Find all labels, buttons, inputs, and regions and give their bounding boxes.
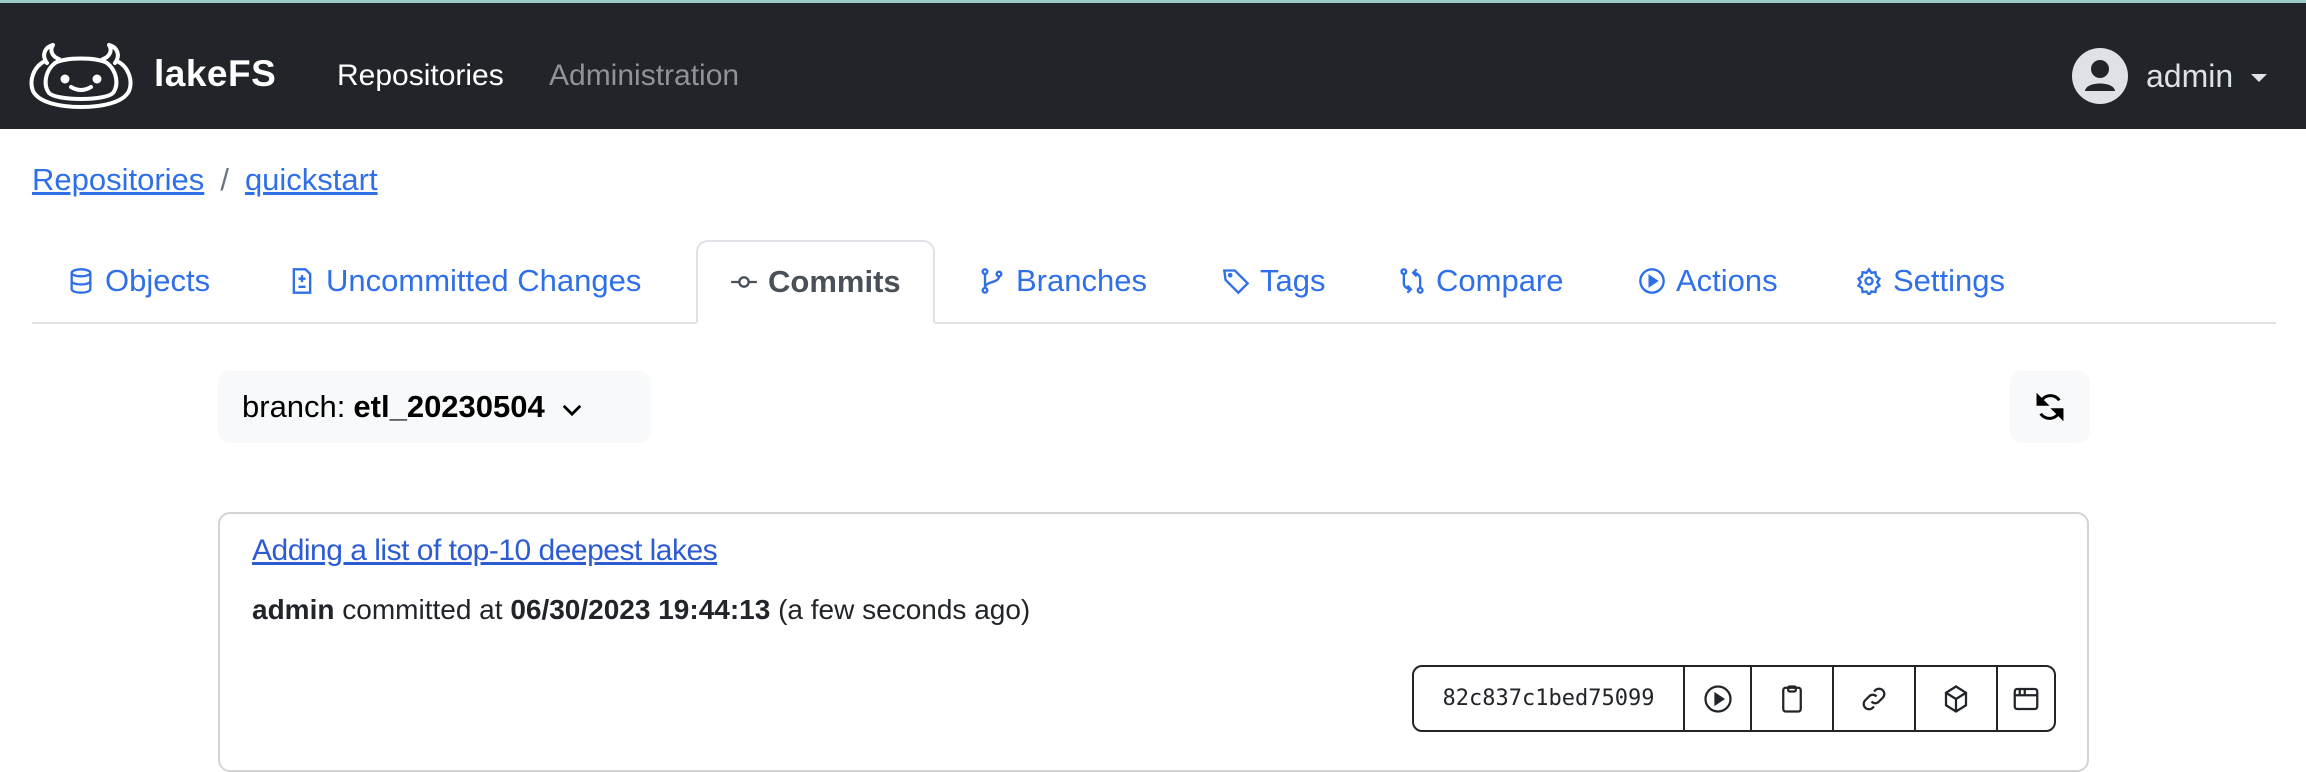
copy-link-button[interactable] [1832,667,1914,730]
commit-actions-group: 82c837c1bed75099 [1412,665,2056,732]
repo-tabs: Objects Uncommitted Changes Commits Bran… [32,240,2276,324]
tab-label: Actions [1676,263,1778,298]
nav-link-administration[interactable]: Administration [549,59,739,93]
tab-actions[interactable]: Actions [1638,240,1778,322]
commit-id-button[interactable]: 82c837c1bed75099 [1414,667,1683,730]
commit-relative-time: (a few seconds ago) [778,594,1031,625]
breadcrumb-repositories[interactable]: Repositories [32,162,204,197]
tab-label: Compare [1436,263,1564,298]
branch-selector[interactable]: branch: etl_20230504 [218,371,651,443]
chevron-down-icon [562,404,581,417]
navbar: lakeFS Repositories Administration admin [0,3,2306,129]
tab-commits[interactable]: Commits [696,240,935,324]
database-icon [70,268,92,294]
file-diff-icon [292,268,312,294]
nav-link-repositories[interactable]: Repositories [337,59,504,93]
user-menu[interactable]: admin [2072,47,2268,105]
git-compare-icon [1400,268,1424,294]
committer: admin [252,594,335,625]
tab-branches[interactable]: Branches [978,240,1147,322]
tab-settings[interactable]: Settings [1855,240,2005,322]
clipboard-icon [1782,684,1802,713]
tab-label: Uncommitted Changes [326,263,642,298]
refresh-icon [2036,392,2064,422]
play-circle-icon [1703,684,1732,713]
refresh-button[interactable] [2010,371,2090,443]
breadcrumb: Repositories / quickstart [32,162,378,198]
git-commit-icon [731,276,757,288]
lakefs-logo-icon[interactable] [25,41,137,109]
commit-message-link[interactable]: Adding a list of top-10 deepest lakes [252,534,718,568]
branch-selector-value: etl_20230504 [353,389,545,424]
commit-meta: admin committed at 06/30/2023 19:44:13 (… [252,594,1030,626]
breadcrumb-separator: / [220,162,229,197]
tab-compare[interactable]: Compare [1398,240,1564,322]
browse-objects-button[interactable] [1914,667,1996,730]
brand-name[interactable]: lakeFS [154,53,276,95]
run-actions-button[interactable] [1683,667,1750,730]
package-icon [1944,684,1968,713]
tab-label: Objects [105,263,211,298]
user-name: admin [2146,57,2234,94]
breadcrumb-quickstart[interactable]: quickstart [245,162,378,197]
tab-uncommitted-changes[interactable]: Uncommitted Changes [288,240,641,322]
tab-label: Settings [1893,263,2006,298]
browser-icon [2013,687,2039,710]
tab-label: Tags [1260,263,1326,298]
copy-id-button[interactable] [1750,667,1832,730]
git-branch-icon [981,268,1003,294]
avatar [2072,48,2128,104]
tab-label: Commits [768,264,901,299]
tab-tags[interactable]: Tags [1222,240,1325,322]
play-circle-icon [1639,268,1665,294]
caret-down-icon [2251,74,2268,82]
commit-card: Adding a list of top-10 deepest lakes ad… [218,512,2089,772]
committed-at-label: committed at [342,594,503,625]
branch-selector-label: branch: [242,389,346,424]
commit-timestamp: 06/30/2023 19:44:13 [510,594,771,625]
tab-label: Branches [1016,263,1147,298]
tag-icon [1223,269,1250,295]
gear-icon [1856,267,1882,295]
open-browser-button[interactable] [1996,667,2054,730]
link-icon [1862,687,1886,710]
user-icon [2085,60,2115,91]
tab-objects[interactable]: Objects [67,240,210,322]
